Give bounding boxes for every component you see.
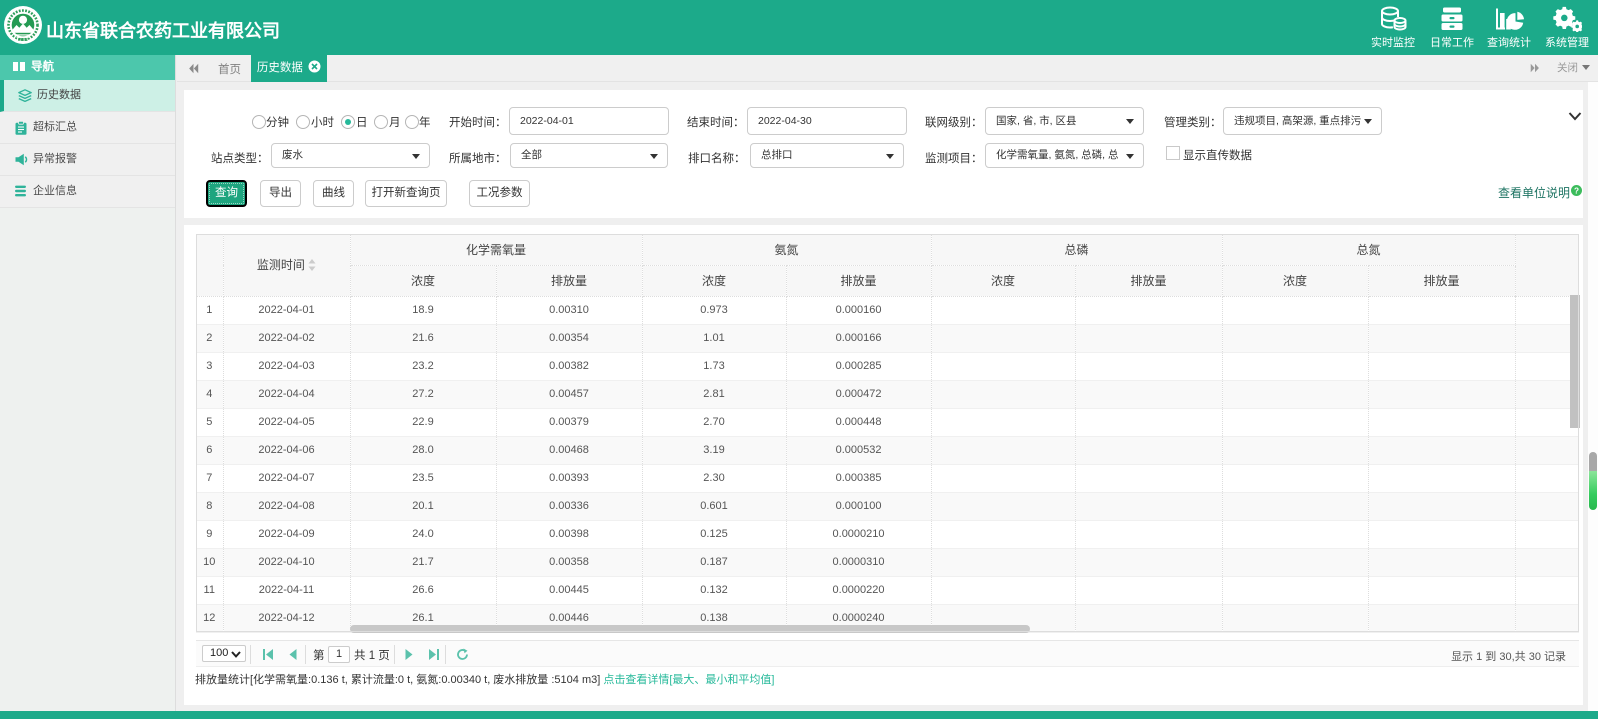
- svg-text:MEE: MEE: [18, 37, 28, 42]
- svg-text:?: ?: [1574, 186, 1579, 195]
